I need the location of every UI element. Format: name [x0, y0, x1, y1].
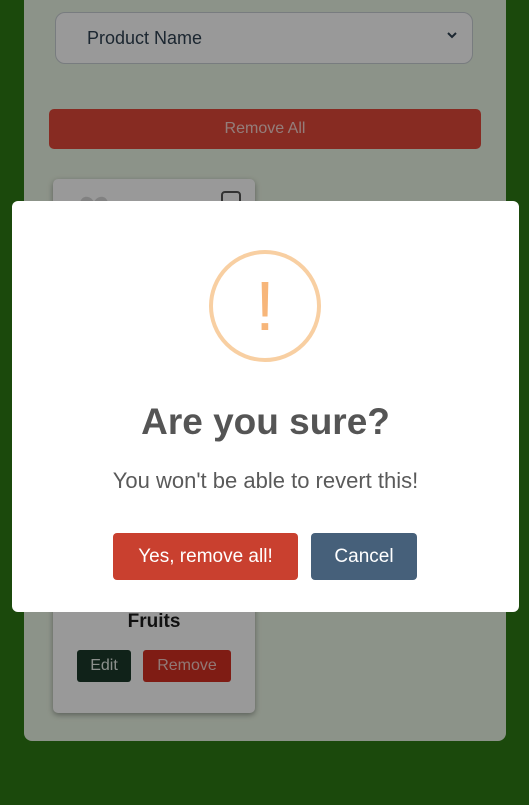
warning-icon: !	[209, 250, 321, 362]
confirm-remove-all-button[interactable]: Yes, remove all!	[113, 533, 298, 580]
dialog-title: Are you sure?	[141, 401, 390, 442]
dialog-text: You won't be able to revert this!	[112, 468, 419, 493]
warning-icon-glyph: !	[255, 267, 275, 345]
confirm-dialog: ! Are you sure? You won't be able to rev…	[12, 201, 519, 612]
cancel-button[interactable]: Cancel	[311, 533, 417, 580]
